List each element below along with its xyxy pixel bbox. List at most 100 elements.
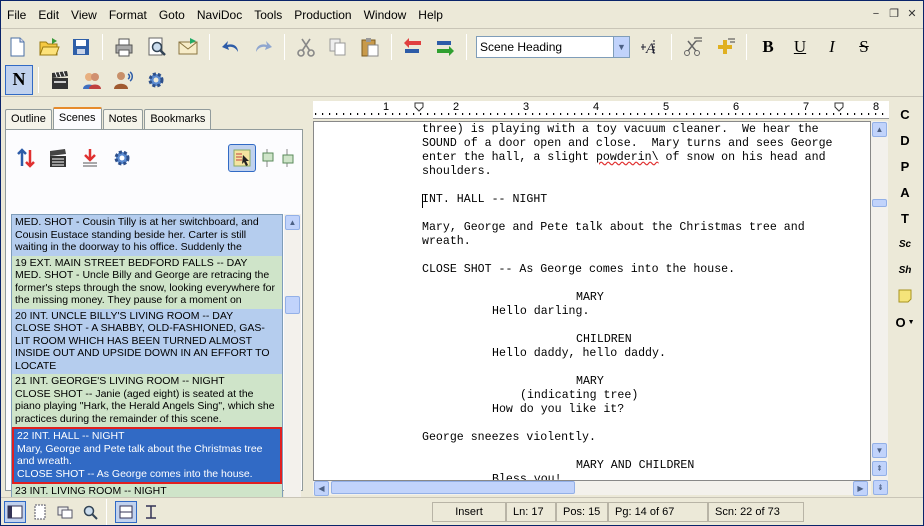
ruler-tick [427, 113, 429, 115]
margin-marker-icon[interactable] [834, 102, 844, 112]
menu-window[interactable]: Window [358, 1, 413, 29]
normal-view-button[interactable]: N [5, 64, 33, 95]
strikethrough-button[interactable]: S [851, 34, 877, 60]
ruler-tick [749, 113, 751, 115]
split-vertical-icon [119, 505, 133, 518]
scene-card-selected[interactable]: 22 INT. HALL -- NIGHT Mary, George and P… [12, 427, 282, 484]
element-format-button[interactable]: A [636, 33, 664, 61]
tab-outline[interactable]: Outline [5, 109, 52, 129]
collapse-slider[interactable] [260, 144, 276, 172]
new-document-button[interactable] [3, 33, 31, 61]
revision-scissors-icon [684, 37, 702, 56]
app-window: File Edit View Format Goto NaviDoc Tools… [0, 0, 924, 526]
misspelled-word[interactable]: powderin\ [596, 151, 659, 164]
ruler[interactable]: 1 2 3 4 5 6 7 8 [313, 101, 889, 119]
tab-scenes[interactable]: Scenes [52, 107, 102, 130]
menu-view[interactable]: View [65, 1, 103, 29]
tab-bookmarks[interactable]: Bookmarks [144, 109, 212, 129]
shot-element-button[interactable]: Sh [893, 257, 917, 283]
scene-card[interactable]: 21 INT. GEORGE'S LIVING ROOM -- NIGHT CL… [12, 374, 282, 427]
scene-card[interactable]: 20 INT. UNCLE BILLY'S LIVING ROOM -- DAY… [12, 308, 282, 374]
open-button[interactable] [35, 33, 63, 61]
cast-button[interactable] [78, 66, 106, 94]
print-button[interactable] [110, 33, 138, 61]
email-button[interactable] [174, 33, 202, 61]
redo-button[interactable] [249, 33, 277, 61]
menu-tools[interactable]: Tools [248, 1, 288, 29]
scroll-left-arrow-icon[interactable]: ◀ [314, 481, 329, 496]
scene-properties-button[interactable] [44, 144, 72, 172]
editor-vertical-scrollbar[interactable]: ▲ ▼ ⇞ [871, 121, 888, 481]
dialogue-element-button[interactable]: D [893, 127, 917, 153]
scrollbar-thumb[interactable] [285, 296, 300, 314]
menu-goto[interactable]: Goto [153, 1, 191, 29]
scroll-up-arrow-icon[interactable]: ▲ [285, 215, 300, 230]
next-element-button[interactable] [431, 33, 459, 61]
ruler-tick [518, 113, 520, 115]
underline-button[interactable]: U [787, 34, 813, 60]
scroll-up-arrow-icon[interactable]: ▲ [872, 122, 887, 137]
menu-help[interactable]: Help [412, 1, 449, 29]
split-horizontal-button[interactable] [140, 501, 162, 523]
paste-button[interactable] [356, 33, 384, 61]
minimize-button[interactable]: − [869, 7, 883, 21]
scene-settings-button[interactable] [108, 144, 136, 172]
insert-scene-button[interactable] [76, 144, 104, 172]
scene-heading-element-button[interactable]: Sc [893, 231, 917, 257]
normal-layout-button[interactable] [4, 500, 26, 523]
revision-mark-button[interactable] [711, 33, 739, 61]
zoom-button[interactable] [79, 501, 101, 523]
next-page-icon[interactable]: ⇟ [873, 480, 888, 495]
previous-page-icon[interactable]: ⇞ [872, 461, 887, 476]
print-preview-button[interactable] [142, 33, 170, 61]
parenthetical-element-button[interactable]: P [893, 153, 917, 179]
index-cards-button[interactable] [54, 501, 76, 523]
script-editor[interactable]: three) is playing with a toy vacuum clea… [313, 121, 871, 481]
element-style-select[interactable]: Scene Heading ▼ [476, 35, 630, 58]
expand-slider[interactable] [280, 144, 296, 172]
margin-marker-icon[interactable] [414, 102, 424, 112]
action-element-button[interactable]: A [893, 179, 917, 205]
restore-button[interactable]: ❐ [887, 7, 901, 21]
editor-horizontal-scrollbar[interactable]: ◀ ▶ [313, 481, 871, 496]
settings-button[interactable] [142, 66, 170, 94]
status-page: Pg: 14 of 67 [608, 501, 708, 522]
transition-element-button[interactable]: T [893, 205, 917, 231]
scroll-down-arrow-icon[interactable]: ▼ [872, 443, 887, 458]
ruler-tick [623, 113, 625, 115]
close-button[interactable]: ✕ [905, 7, 919, 21]
scene-view-button[interactable] [228, 144, 256, 172]
cut-button[interactable] [292, 33, 320, 61]
menu-production[interactable]: Production [288, 1, 357, 29]
ruler-tick [364, 113, 366, 115]
sort-scenes-button[interactable] [12, 144, 40, 172]
previous-element-button[interactable] [399, 33, 427, 61]
menu-navidoc[interactable]: NaviDoc [191, 1, 248, 29]
other-element-button[interactable]: O ▼ [893, 309, 917, 335]
copy-button[interactable] [324, 33, 352, 61]
text-to-speech-button[interactable] [110, 66, 138, 94]
scene-list-scrollbar[interactable]: ▲ ▼ [284, 214, 301, 518]
ruler-tick [476, 113, 478, 115]
scrollbar-thumb[interactable] [872, 199, 887, 207]
italic-button[interactable]: I [819, 34, 845, 60]
bold-button[interactable]: B [755, 34, 781, 60]
menu-edit[interactable]: Edit [32, 1, 65, 29]
scrollbar-thumb[interactable] [331, 481, 575, 494]
tab-notes[interactable]: Notes [102, 109, 144, 129]
note-element-button[interactable] [893, 283, 917, 309]
chevron-down-icon[interactable]: ▼ [613, 36, 629, 57]
menu-file[interactable]: File [1, 1, 32, 29]
save-button[interactable] [67, 33, 95, 61]
menu-format[interactable]: Format [103, 1, 153, 29]
character-element-button[interactable]: C [893, 101, 917, 127]
scene-card[interactable]: MED. SHOT - Cousin Tilly is at her switc… [12, 215, 282, 256]
revision-cut-button[interactable] [679, 33, 707, 61]
scroll-right-arrow-icon[interactable]: ▶ [853, 481, 868, 496]
scene-card[interactable]: 19 EXT. MAIN STREET BEDFORD FALLS -- DAY… [12, 255, 282, 309]
redo-arrow-icon [256, 40, 272, 52]
split-vertical-button[interactable] [115, 500, 137, 523]
page-layout-button[interactable] [29, 501, 51, 523]
undo-button[interactable] [217, 33, 245, 61]
clapboard-button[interactable] [46, 66, 74, 94]
